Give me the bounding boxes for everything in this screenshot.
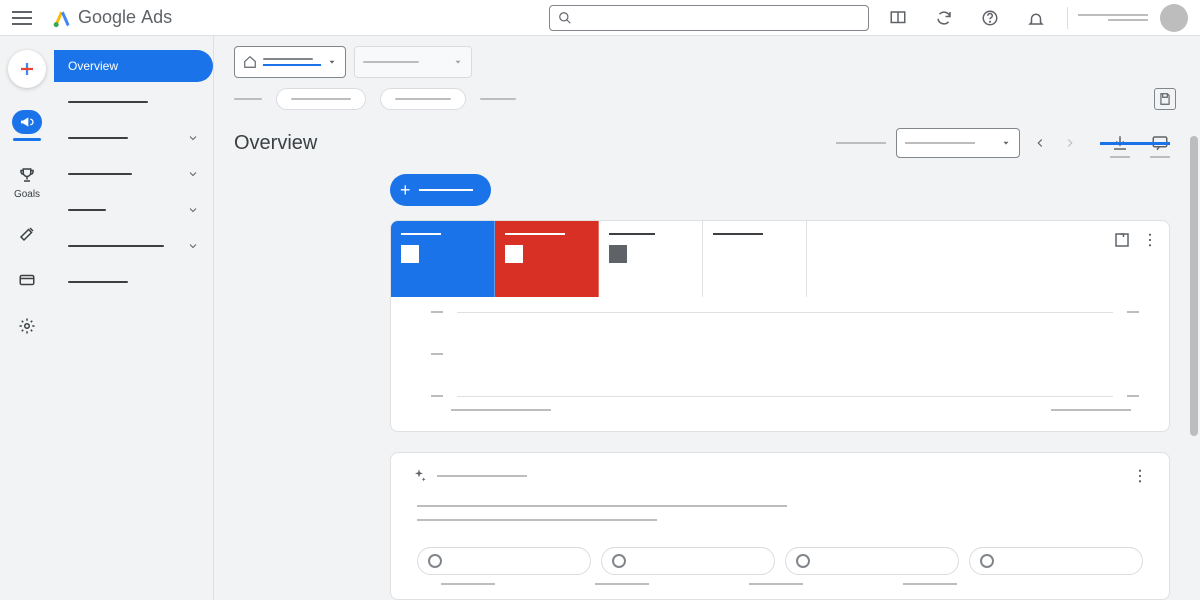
plus-icon: [18, 60, 36, 78]
megaphone-icon: [12, 110, 42, 134]
scope-selectors: [234, 46, 1200, 78]
prev-period-button[interactable]: [1030, 133, 1050, 153]
campaign-selector[interactable]: [354, 46, 472, 78]
rail-tools[interactable]: [12, 222, 42, 246]
appearance-icon[interactable]: [889, 9, 907, 27]
insight-options: [417, 547, 1143, 575]
insight-option[interactable]: [601, 547, 775, 575]
search-icon: [558, 11, 572, 25]
gear-icon: [12, 314, 42, 338]
sub-tabs: [234, 88, 1200, 110]
scrollbar[interactable]: [1190, 136, 1198, 436]
product-name: Google Ads: [78, 7, 172, 28]
radio-icon: [980, 554, 994, 568]
nav-item[interactable]: [54, 194, 213, 226]
help-icon[interactable]: [981, 9, 999, 27]
chevron-left-icon: [1033, 136, 1047, 150]
menu-icon[interactable]: [12, 11, 32, 25]
more-icon[interactable]: [1141, 231, 1159, 249]
save-view-button[interactable]: [1154, 88, 1176, 110]
metric-tile[interactable]: [391, 221, 495, 297]
rail-campaigns[interactable]: [12, 110, 42, 141]
radio-icon: [612, 554, 626, 568]
date-range-select[interactable]: [896, 128, 1020, 158]
sub-tab[interactable]: [380, 88, 466, 110]
chevron-right-icon: [1063, 136, 1077, 150]
sub-tab[interactable]: [234, 88, 262, 110]
trophy-icon: [12, 163, 42, 187]
home-icon: [243, 55, 257, 69]
nav-item[interactable]: [54, 158, 213, 190]
nav-item[interactable]: [54, 122, 213, 154]
radio-icon: [428, 554, 442, 568]
insight-text: [417, 519, 657, 521]
page-title-row: Overview: [234, 128, 1200, 158]
divider: [1067, 7, 1068, 29]
compare-toggle[interactable]: [1100, 142, 1170, 145]
sub-tab[interactable]: [480, 88, 516, 110]
chevron-down-icon: [187, 204, 199, 216]
metrics-card: [390, 220, 1170, 432]
page-title: Overview: [234, 132, 317, 155]
sparkle-icon: [411, 468, 427, 484]
card-icon: [12, 268, 42, 292]
insight-option[interactable]: [417, 547, 591, 575]
create-button[interactable]: [8, 50, 46, 88]
main-content: Overview +: [214, 36, 1200, 600]
rail-goals-label: Goals: [14, 189, 40, 200]
radio-icon: [796, 554, 810, 568]
rail-goals[interactable]: Goals: [12, 163, 42, 200]
nav-item[interactable]: [54, 86, 213, 118]
rail-billing[interactable]: [12, 268, 42, 292]
insight-option[interactable]: [969, 547, 1143, 575]
chevron-down-icon: [1001, 138, 1011, 148]
date-label: [836, 142, 886, 144]
nav-item[interactable]: [54, 266, 213, 298]
expand-icon[interactable]: [1113, 231, 1131, 249]
chevron-down-icon: [453, 57, 463, 67]
left-rail: Goals: [0, 36, 54, 600]
chevron-down-icon: [187, 168, 199, 180]
avatar[interactable]: [1160, 4, 1188, 32]
app-header: Google Ads: [0, 0, 1200, 36]
metric-chart: [391, 297, 1169, 431]
product-logo[interactable]: Google Ads: [52, 7, 172, 28]
more-icon[interactable]: [1131, 467, 1149, 485]
sub-tab[interactable]: [276, 88, 366, 110]
next-period-button[interactable]: [1060, 133, 1080, 153]
ads-logo-icon: [52, 8, 72, 28]
save-icon: [1158, 92, 1172, 106]
search-input[interactable]: [549, 5, 869, 31]
metric-tile[interactable]: [599, 221, 703, 297]
header-actions: [889, 9, 1045, 27]
chevron-down-icon: [187, 240, 199, 252]
chevron-down-icon: [327, 57, 337, 67]
bell-icon[interactable]: [1027, 9, 1045, 27]
account-switcher[interactable]: [1078, 14, 1148, 21]
account-selector[interactable]: [234, 46, 346, 78]
tools-icon: [12, 222, 42, 246]
refresh-icon[interactable]: [935, 9, 953, 27]
insight-title: [437, 475, 527, 477]
insights-card: [390, 452, 1170, 600]
plus-icon: +: [400, 180, 411, 201]
nav-item[interactable]: [54, 230, 213, 262]
date-controls: [836, 128, 1170, 158]
metric-tiles: [391, 221, 1169, 297]
nav-overview[interactable]: Overview: [54, 50, 213, 82]
metric-tile[interactable]: [495, 221, 599, 297]
metric-tile[interactable]: [703, 221, 807, 297]
insight-text: [417, 505, 787, 507]
chevron-down-icon: [187, 132, 199, 144]
new-campaign-button[interactable]: +: [390, 174, 491, 206]
side-nav: Overview: [54, 36, 214, 600]
insight-option[interactable]: [785, 547, 959, 575]
rail-admin[interactable]: [12, 314, 42, 338]
